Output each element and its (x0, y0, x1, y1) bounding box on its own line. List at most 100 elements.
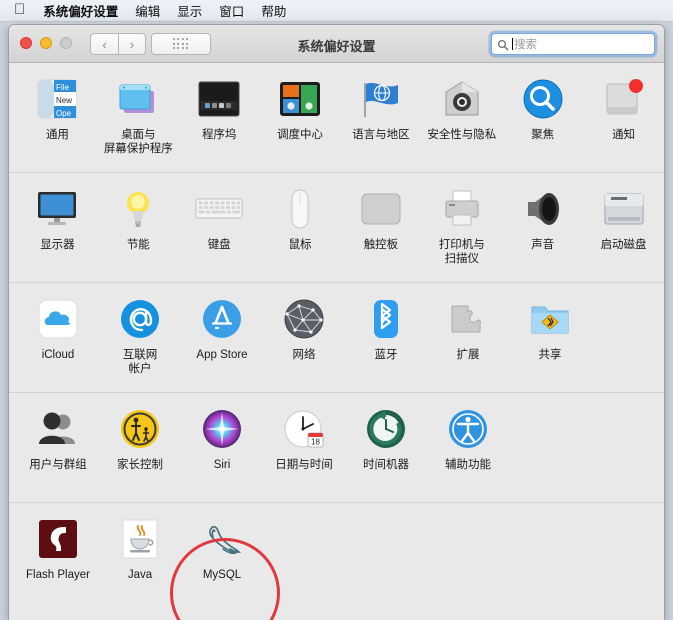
pref-label: 启动磁盘 (600, 239, 647, 251)
pref-label: 安全性与隐私 (427, 129, 497, 141)
desktop-background-right (665, 22, 673, 620)
pref-internet-accounts[interactable]: 互联网 帐户 (99, 283, 181, 376)
sound-icon (519, 185, 567, 233)
pref-label: 用户与群组 (29, 459, 87, 471)
pref-desktop-screensaver[interactable]: 桌面与 屏幕保护程序 (98, 63, 179, 156)
pref-displays[interactable]: 显示器 (17, 173, 98, 266)
pref-flash-player[interactable]: Flash Player (17, 503, 99, 582)
close-button[interactable] (20, 37, 32, 49)
pref-notifications[interactable]: 通知 (583, 63, 664, 156)
pref-dock[interactable]: 程序坞 (179, 63, 260, 156)
desktop-background-left (0, 22, 8, 620)
pref-label: 声音 (531, 239, 555, 251)
menu-item-view[interactable]: 显示 (177, 1, 202, 20)
pref-mouse[interactable]: 鼠标 (260, 173, 341, 266)
pref-label: 辅助功能 (445, 459, 491, 471)
screen:  系统偏好设置 编辑 显示 窗口 帮助 ‹ › 系统偏好设置 (0, 0, 673, 620)
system-preferences-window: ‹ › 系统偏好设置 搜索 File New Ope 通用 桌面与 屏幕保护程序… (8, 24, 665, 620)
pref-mysql[interactable]: MySQL (181, 503, 263, 582)
pref-label: 显示器 (40, 239, 75, 251)
pref-label: Java (127, 569, 153, 581)
siri-icon (198, 405, 246, 453)
pref-parental-controls[interactable]: 家长控制 (99, 393, 181, 472)
pref-label: App Store (196, 349, 248, 361)
app-store-icon (198, 295, 246, 343)
language-region-icon (357, 75, 405, 123)
pref-app-store[interactable]: App Store (181, 283, 263, 376)
forward-button[interactable]: › (118, 33, 146, 55)
window-titlebar: ‹ › 系统偏好设置 搜索 (9, 25, 664, 63)
energy-saver-icon (114, 185, 162, 233)
spotlight-icon (519, 75, 567, 123)
zoom-button[interactable] (60, 37, 72, 49)
pref-network[interactable]: 网络 (263, 283, 345, 376)
pref-sound[interactable]: 声音 (502, 173, 583, 266)
users-groups-icon (34, 405, 82, 453)
pref-energy-saver[interactable]: 节能 (98, 173, 179, 266)
pref-label: 蓝牙 (374, 349, 398, 361)
pref-sharing[interactable]: 共享 (509, 283, 591, 376)
extensions-icon (444, 295, 492, 343)
pref-security-privacy[interactable]: 安全性与隐私 (421, 63, 502, 156)
pref-users-groups[interactable]: 用户与群组 (17, 393, 99, 472)
pref-label: 时间机器 (363, 459, 409, 471)
menu-item-help[interactable]: 帮助 (261, 1, 286, 20)
apple-menu-icon[interactable]:  (14, 2, 25, 17)
date-day-number: 18 (311, 438, 320, 447)
svg-text:New: New (56, 96, 72, 105)
keyboard-icon (195, 185, 243, 233)
pref-label: 打印机与 扫描仪 (438, 239, 485, 265)
pref-icloud[interactable]: iCloud (17, 283, 99, 376)
pref-startup-disk[interactable]: 启动磁盘 (583, 173, 664, 266)
pref-label: 调度中心 (277, 129, 324, 141)
bluetooth-icon (362, 295, 410, 343)
pref-label: 聚焦 (531, 129, 555, 141)
pref-label: 通知 (612, 129, 636, 141)
printers-scanners-icon (438, 185, 486, 233)
pref-mission-control[interactable]: 调度中心 (260, 63, 341, 156)
dock-icon (195, 75, 243, 123)
time-machine-icon (362, 405, 410, 453)
pref-keyboard[interactable]: 键盘 (179, 173, 260, 266)
back-button[interactable]: ‹ (90, 33, 118, 55)
general-icon: File New Ope (33, 75, 81, 123)
pref-label: 日期与时间 (275, 459, 333, 471)
svg-text:Ope: Ope (56, 109, 72, 118)
pref-label: 键盘 (207, 239, 231, 251)
pref-extensions[interactable]: 扩展 (427, 283, 509, 376)
network-icon (280, 295, 328, 343)
security-privacy-icon (438, 75, 486, 123)
pref-bluetooth[interactable]: 蓝牙 (345, 283, 427, 376)
section-third-party: Flash Player Java MySQL (9, 503, 664, 620)
menu-item-system-preferences[interactable]: 系统偏好设置 (43, 1, 118, 20)
icloud-icon (34, 295, 82, 343)
notifications-icon (600, 75, 648, 123)
menu-item-edit[interactable]: 编辑 (135, 1, 160, 20)
menu-item-window[interactable]: 窗口 (219, 1, 244, 20)
pref-siri[interactable]: Siri (181, 393, 263, 472)
pref-label: iCloud (41, 349, 75, 361)
trackpad-icon (357, 185, 405, 233)
section-personal: File New Ope 通用 桌面与 屏幕保护程序 程序坞 调度中心 语言与地… (9, 63, 664, 173)
search-field[interactable]: 搜索 (491, 33, 655, 55)
pref-java[interactable]: Java (99, 503, 181, 582)
startup-disk-icon (600, 185, 648, 233)
pref-general[interactable]: File New Ope 通用 (17, 63, 98, 156)
pref-label: 网络 (292, 349, 316, 361)
pref-time-machine[interactable]: 时间机器 (345, 393, 427, 472)
show-all-button[interactable] (151, 33, 211, 55)
mission-control-icon (276, 75, 324, 123)
grid-icon (172, 38, 190, 50)
pref-trackpad[interactable]: 触控板 (341, 173, 422, 266)
pref-printers-scanners[interactable]: 打印机与 扫描仪 (421, 173, 502, 266)
menu-bar:  系统偏好设置 编辑 显示 窗口 帮助 (0, 0, 673, 22)
pref-accessibility[interactable]: 辅助功能 (427, 393, 509, 472)
preferences-grid: File New Ope 通用 桌面与 屏幕保护程序 程序坞 调度中心 语言与地… (9, 63, 664, 620)
pref-label: 程序坞 (201, 129, 237, 141)
section-internet-wireless: iCloud 互联网 帐户 App Store 网络 蓝牙 扩展 共享 (9, 283, 664, 393)
pref-language-region[interactable]: 语言与地区 (341, 63, 422, 156)
pref-date-time[interactable]: 18 日期与时间 (263, 393, 345, 472)
pref-label: 节能 (126, 239, 150, 251)
pref-spotlight[interactable]: 聚焦 (502, 63, 583, 156)
minimize-button[interactable] (40, 37, 52, 49)
